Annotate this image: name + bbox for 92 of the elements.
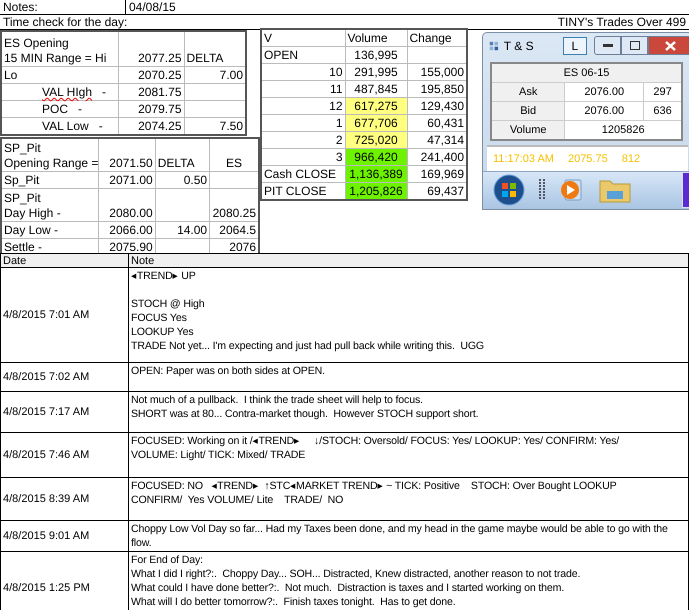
date-cell: 4/8/2015 7:01 AM	[0, 268, 128, 362]
table-cell: Volume	[491, 120, 565, 140]
table-cell: 725,020	[345, 132, 407, 148]
table-cell: 12	[261, 98, 345, 114]
note-line: FOCUS Yes	[131, 311, 188, 325]
note-line: flow.	[131, 536, 152, 550]
note-line: ◂TREND▸ UP	[131, 269, 197, 283]
table-cell: 2	[261, 132, 345, 148]
minimize-icon	[602, 44, 612, 48]
table-cell: 1	[261, 114, 345, 132]
table-cell: 617,275	[345, 98, 407, 114]
table-cell: 136,995	[345, 46, 407, 64]
table-cell: 2077.25	[118, 31, 184, 66]
table-cell: 11	[261, 80, 345, 98]
table-cell: 2076.00	[564, 82, 644, 102]
table-cell: 1,136,389	[345, 166, 407, 182]
table-cell: Sp_Pit	[1, 172, 99, 188]
table-cell: VAL HIgh -	[1, 84, 118, 100]
table-cell: 2071.50	[98, 138, 156, 172]
note-line: For End of Day:	[131, 553, 204, 567]
trade-size: 812	[622, 153, 640, 166]
trade-time: 11:17:03 AM	[493, 153, 554, 166]
grip-icon	[539, 179, 545, 202]
sheet-title: TINY's Trades Over 499	[556, 15, 687, 29]
note-line: Not much of a pullback. I think the trade sheet will help to focus.	[131, 393, 424, 407]
table-cell: 2071.00	[98, 172, 156, 188]
table-cell: Bid	[491, 102, 565, 121]
note-line: STOCH @ High	[131, 297, 206, 311]
table-cell: 966,420	[345, 148, 407, 166]
table-cell: DELTA	[155, 138, 210, 172]
table-cell: 677,706	[345, 114, 407, 132]
table-cell: 636	[644, 102, 682, 121]
column-header: Note	[128, 254, 688, 268]
table-cell: Ask	[491, 82, 565, 102]
l-button[interactable]: L	[562, 36, 587, 55]
note-line: OPEN: Paper was on both sides at OPEN.	[131, 364, 326, 378]
date-cell: 4/8/2015 1:25 PM	[0, 552, 128, 610]
note-line: LOOKUP Yes	[131, 325, 194, 339]
table-cell: Day Low -	[1, 222, 99, 238]
note-line: Choppy Low Vol Day so far... Had my Taxes been done, and my head in the game maybe would be able to go with the	[131, 522, 669, 536]
column-header: Volume	[345, 29, 407, 46]
note-line: TRADE Not yet... I'm expecting and just had pull back while writing this. UGG	[131, 339, 486, 353]
trade-price: 2075.75	[568, 153, 608, 166]
time-check-label: Time check for the day:	[2, 15, 128, 29]
notes-label: Notes:	[2, 0, 39, 14]
close-button[interactable]	[648, 36, 689, 56]
column-header: Date	[0, 254, 128, 268]
table-cell: ES Opening 15 MIN Range = Hi	[1, 31, 118, 66]
date-cell: 4/8/2015 9:01 AM	[0, 520, 128, 552]
note-line: FOCUSED: NO ◂TREND▸ ↑STC◂MARKET TREND▸ ~ TICK: Positive STOCH: Over Bought LOOKUP	[131, 479, 618, 493]
note-line: SHORT was at 80... Contra-market though. However STOCH support short.	[131, 407, 480, 421]
table-cell: SP_Pit Day High -	[1, 188, 99, 222]
table-cell: 2079.75	[118, 100, 184, 118]
date-value: 04/08/15	[128, 0, 177, 14]
table-cell: 2080.00	[98, 188, 156, 222]
table-cell: 291,995	[345, 64, 407, 80]
taskbar-item[interactable]	[682, 172, 689, 208]
table-cell: 3	[261, 148, 345, 166]
maximize-button[interactable]	[621, 36, 648, 56]
date-cell: 4/8/2015 7:02 AM	[0, 362, 128, 392]
date-cell: 4/8/2015 7:17 AM	[0, 392, 128, 432]
table-cell: 297	[644, 82, 682, 102]
minimize-button[interactable]	[594, 36, 621, 56]
note-line: CONFIRM/ Yes VOLUME/ Lite TRADE/ NO	[131, 493, 344, 507]
maximize-icon	[630, 41, 640, 50]
table-cell	[155, 188, 210, 222]
close-icon	[664, 40, 676, 51]
note-line: FOCUSED: Working on it /◂TREND▸ ↓/STOCH: Oversold/ FOCUS: Yes/ LOOKUP: Yes/ CONFIRM: Yes/	[131, 434, 620, 448]
table-cell: 2066.00	[98, 222, 156, 238]
table-cell: SP_Pit Opening Range =	[1, 138, 99, 172]
symbol-cell: ES 06-15	[491, 63, 682, 83]
table-cell: 0.50	[155, 172, 210, 188]
table-cell: 1,205,826	[345, 182, 407, 200]
table-cell: 14.00	[155, 222, 210, 238]
date-cell: 4/8/2015 8:39 AM	[0, 478, 128, 520]
table-cell: 1205826	[564, 120, 682, 140]
window-title: T & S	[504, 38, 534, 53]
note-line: VOLUME: Light/ TICK: Mixed/ TRADE	[131, 448, 306, 462]
table-cell: 2070.25	[118, 66, 184, 84]
note-line: What could I have done better?:. Not much. Distraction is taxes and I started working on them.	[131, 581, 566, 595]
note-line: What I did I right?:. Choppy Day... SOH... Distracted, Knew distracted, another reason to not trade.	[131, 567, 582, 581]
table-cell: OPEN	[261, 46, 345, 64]
table-cell: 2081.75	[118, 84, 184, 100]
table-cell: POC -	[1, 100, 118, 118]
column-header: V	[261, 29, 345, 46]
note-line: What will I do better tomorrow?:. Finish taxes tonight. Has to get done.	[131, 595, 457, 609]
table-cell: 10	[261, 64, 345, 80]
table-cell: Cash CLOSE	[261, 166, 345, 182]
start-button-icon[interactable]	[493, 174, 525, 206]
table-cell: Lo	[1, 66, 118, 84]
table-cell: 2076.00	[564, 102, 644, 121]
date-cell: 4/8/2015 7:46 AM	[0, 432, 128, 478]
